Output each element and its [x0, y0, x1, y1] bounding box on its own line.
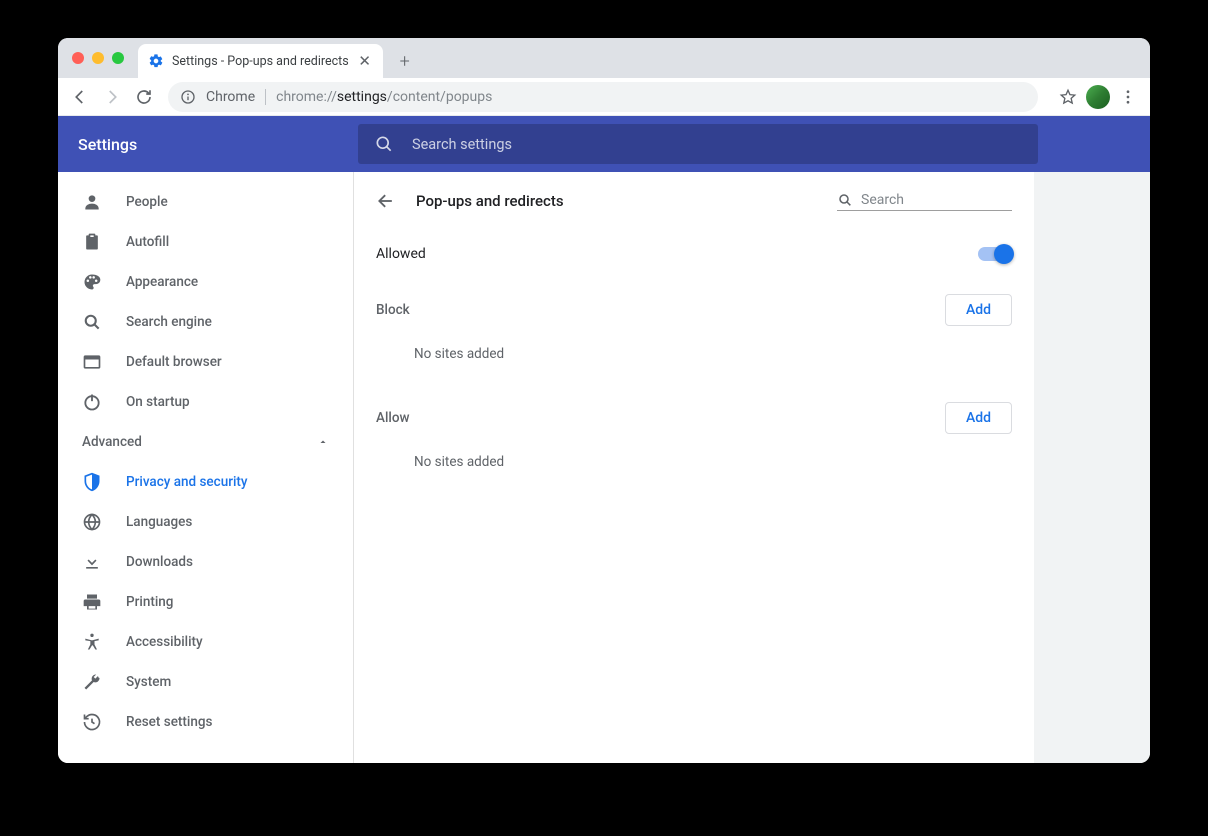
sidebar-label: Languages	[126, 514, 192, 530]
browser-tab[interactable]: Settings - Pop-ups and redirects ✕	[138, 44, 383, 78]
allowed-toggle[interactable]	[978, 247, 1012, 261]
palette-icon	[82, 272, 102, 292]
chevron-up-icon	[317, 436, 329, 448]
sidebar-label: Search engine	[126, 314, 212, 330]
block-section-header: Block Add	[354, 278, 1034, 332]
sidebar-item-system[interactable]: System	[58, 662, 353, 702]
toggle-knob	[994, 244, 1014, 264]
tab-strip: Settings - Pop-ups and redirects ✕ +	[58, 38, 1150, 78]
main-gutter	[1034, 172, 1150, 763]
site-info-icon[interactable]	[180, 89, 196, 105]
sidebar-item-on-startup[interactable]: On startup	[58, 382, 353, 422]
browser-toolbar: Chrome chrome://settings/content/popups	[58, 78, 1150, 116]
settings-sidebar: People Autofill Appearance Search engine…	[58, 172, 354, 763]
search-settings-input[interactable]	[412, 136, 1022, 153]
globe-icon	[82, 512, 102, 532]
allow-label: Allow	[376, 410, 410, 426]
power-icon	[82, 392, 102, 412]
allowed-row: Allowed	[354, 230, 1034, 278]
wrench-icon	[82, 672, 102, 692]
allow-add-button[interactable]: Add	[945, 402, 1012, 434]
settings-body: People Autofill Appearance Search engine…	[58, 172, 1150, 763]
minimize-window-button[interactable]	[92, 52, 104, 64]
bookmark-star-button[interactable]	[1054, 83, 1082, 111]
maximize-window-button[interactable]	[112, 52, 124, 64]
sidebar-item-search-engine[interactable]: Search engine	[58, 302, 353, 342]
search-icon	[82, 312, 102, 332]
block-add-button[interactable]: Add	[945, 294, 1012, 326]
printer-icon	[82, 592, 102, 612]
advanced-label: Advanced	[82, 434, 142, 450]
sidebar-label: Autofill	[126, 234, 169, 250]
sidebar-label: Accessibility	[126, 634, 203, 650]
shield-icon	[82, 472, 102, 492]
allowed-label: Allowed	[376, 246, 426, 262]
sidebar-item-people[interactable]: People	[58, 182, 353, 222]
sidebar-label: Printing	[126, 594, 173, 610]
app-title: Settings	[78, 135, 358, 154]
sidebar-item-languages[interactable]: Languages	[58, 502, 353, 542]
restore-icon	[82, 712, 102, 732]
close-window-button[interactable]	[72, 52, 84, 64]
sidebar-label: Downloads	[126, 554, 193, 570]
sidebar-label: People	[126, 194, 168, 210]
sidebar-label: Appearance	[126, 274, 198, 290]
page-title: Pop-ups and redirects	[416, 192, 817, 210]
sidebar-item-privacy[interactable]: Privacy and security	[58, 462, 353, 502]
back-button[interactable]	[66, 83, 94, 111]
search-icon	[374, 134, 394, 154]
window-controls	[72, 52, 124, 64]
kebab-menu-button[interactable]	[1114, 83, 1142, 111]
browser-window: Settings - Pop-ups and redirects ✕ + Chr…	[58, 38, 1150, 763]
sidebar-item-default-browser[interactable]: Default browser	[58, 342, 353, 382]
new-tab-button[interactable]: +	[391, 47, 419, 75]
sidebar-advanced-toggle[interactable]: Advanced	[58, 422, 353, 462]
sidebar-label: System	[126, 674, 171, 690]
page-titlebar: Pop-ups and redirects	[354, 172, 1034, 230]
sidebar-item-autofill[interactable]: Autofill	[58, 222, 353, 262]
accessibility-icon	[82, 632, 102, 652]
sidebar-item-appearance[interactable]: Appearance	[58, 262, 353, 302]
search-settings-field[interactable]	[358, 124, 1038, 164]
sidebar-label: Default browser	[126, 354, 222, 370]
settings-main: Pop-ups and redirects Allowed Block Add	[354, 172, 1034, 763]
address-bar[interactable]: Chrome chrome://settings/content/popups	[168, 82, 1038, 112]
sidebar-label: Reset settings	[126, 714, 212, 730]
sidebar-label: On startup	[126, 394, 190, 410]
block-empty-message: No sites added	[354, 332, 1034, 386]
settings-header: Settings	[58, 116, 1150, 172]
page-search-input[interactable]	[861, 192, 1039, 208]
profile-avatar[interactable]	[1086, 85, 1110, 109]
person-icon	[82, 192, 102, 212]
allow-section-header: Allow Add	[354, 386, 1034, 440]
search-icon	[837, 192, 853, 208]
sidebar-item-accessibility[interactable]: Accessibility	[58, 622, 353, 662]
url-text: chrome://settings/content/popups	[276, 89, 492, 105]
page-search-field[interactable]	[837, 192, 1012, 211]
browser-icon	[82, 352, 102, 372]
sidebar-label: Privacy and security	[126, 474, 248, 490]
sidebar-item-downloads[interactable]: Downloads	[58, 542, 353, 582]
sidebar-item-printing[interactable]: Printing	[58, 582, 353, 622]
gear-icon	[148, 53, 164, 69]
forward-button[interactable]	[98, 83, 126, 111]
page-back-button[interactable]	[376, 191, 396, 211]
download-icon	[82, 552, 102, 572]
sidebar-item-reset[interactable]: Reset settings	[58, 702, 353, 742]
origin-chip: Chrome	[206, 89, 266, 105]
tab-title: Settings - Pop-ups and redirects	[172, 54, 349, 69]
close-tab-button[interactable]: ✕	[357, 53, 373, 69]
block-label: Block	[376, 302, 410, 318]
clipboard-icon	[82, 232, 102, 252]
reload-button[interactable]	[130, 83, 158, 111]
allow-empty-message: No sites added	[354, 440, 1034, 494]
